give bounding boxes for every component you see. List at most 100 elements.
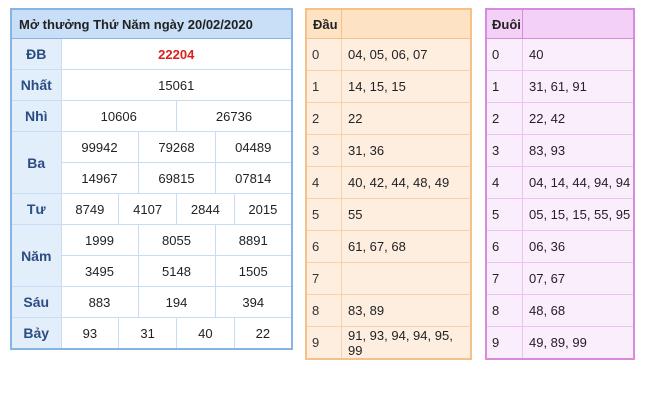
duoi-row: 8 48, 68: [485, 294, 635, 327]
prize-value-nam: 8055: [137, 224, 216, 256]
duoi-values: 49, 89, 99: [522, 326, 635, 360]
prize-label-sau: Sáu: [10, 286, 62, 318]
prize-value-ba: 04489: [214, 131, 293, 163]
results-header-row: Mở thưởng Thứ Năm ngày 20/02/2020: [11, 9, 292, 39]
prize-value-ba: 99942: [60, 131, 139, 163]
prize-value-ba: 79268: [137, 131, 216, 163]
prize-value-tu: 8749: [60, 193, 120, 225]
duoi-values: 83, 93: [522, 134, 635, 167]
prize-row-tu: Tư 8749 4107 2844 2015: [10, 193, 293, 225]
dau-values: 55: [341, 198, 472, 231]
duoi-header-row: Đuôi: [486, 9, 634, 39]
prize-value-tu: 2015: [233, 193, 293, 225]
prize-value-ba: 14967: [60, 162, 139, 194]
prize-label-db: ĐB: [10, 38, 62, 70]
duoi-values: 48, 68: [522, 294, 635, 327]
dau-values: 40, 42, 44, 48, 49: [341, 166, 472, 199]
prize-label-nam: Năm: [10, 224, 62, 287]
prize-value-nhi: 10606: [60, 100, 177, 132]
duoi-row: 0 40: [485, 38, 635, 71]
duoi-key: 7: [485, 262, 523, 295]
prize-row-nhi: Nhì 10606 26736: [10, 100, 293, 132]
dau-key: 8: [305, 294, 342, 327]
dau-row: 6 61, 67, 68: [305, 230, 472, 263]
dau-row: 3 31, 36: [305, 134, 472, 167]
dau-key: 9: [305, 326, 342, 360]
duoi-key: 6: [485, 230, 523, 263]
dau-header: Đầu: [306, 9, 342, 39]
prize-label-nhat: Nhất: [10, 69, 62, 101]
prize-value-bay: 40: [176, 317, 235, 350]
prize-label-ba: Ba: [10, 131, 62, 194]
prize-value-sau: 194: [137, 286, 216, 318]
prize-value-bay: 93: [60, 317, 120, 350]
duoi-row: 3 83, 93: [485, 134, 635, 167]
dau-key: 1: [305, 70, 342, 103]
prize-value-ba: 69815: [137, 162, 216, 194]
dau-key: 2: [305, 102, 342, 135]
dau-values: 22: [341, 102, 472, 135]
prize-value-ba: 07814: [214, 162, 293, 194]
dau-row: 5 55: [305, 198, 472, 231]
dau-row: 9 91, 93, 94, 94, 95, 99: [305, 326, 472, 360]
prize-row-nhat: Nhất 15061: [10, 69, 293, 101]
duoi-values: 22, 42: [522, 102, 635, 135]
prize-value-nhat: 15061: [60, 69, 293, 101]
dau-key: 5: [305, 198, 342, 231]
duoi-row: 6 06, 36: [485, 230, 635, 263]
prize-value-nam: 1999: [60, 224, 139, 256]
prize-label-bay: Bảy: [10, 317, 62, 350]
duoi-key: 3: [485, 134, 523, 167]
prize-value-tu: 4107: [118, 193, 177, 225]
dau-key: 7: [305, 262, 342, 295]
duoi-row: 1 31, 61, 91: [485, 70, 635, 103]
prize-row-nam: Năm 1999 8055 8891: [10, 224, 293, 287]
prize-value-tu: 2844: [176, 193, 235, 225]
dau-row: 1 14, 15, 15: [305, 70, 472, 103]
duoi-key: 9: [485, 326, 523, 360]
duoi-row: 7 07, 67: [485, 262, 635, 295]
duoi-row: 5 05, 15, 15, 55, 95: [485, 198, 635, 231]
dau-key: 0: [305, 38, 342, 71]
duoi-key: 0: [485, 38, 523, 71]
prize-label-tu: Tư: [10, 193, 62, 225]
prize-row-db: ĐB 22204: [10, 38, 293, 70]
results-title: Mở thưởng Thứ Năm ngày 20/02/2020: [11, 9, 292, 39]
duoi-row: 4 04, 14, 44, 94, 94: [485, 166, 635, 199]
dau-values: 31, 36: [341, 134, 472, 167]
duoi-row: 2 22, 42: [485, 102, 635, 135]
dau-key: 3: [305, 134, 342, 167]
dau-values: 83, 89: [341, 294, 472, 327]
dau-header-row: Đầu: [306, 9, 471, 39]
duoi-values: 31, 61, 91: [522, 70, 635, 103]
duoi-header: Đuôi: [486, 9, 523, 39]
duoi-key: 5: [485, 198, 523, 231]
prize-value-nhi: 26736: [176, 100, 293, 132]
duoi-key: 1: [485, 70, 523, 103]
dau-table: Đầu 0 04, 05, 06, 07 1 14, 15, 15 2 22 3 31,…: [305, 8, 472, 360]
duoi-row: 9 49, 89, 99: [485, 326, 635, 360]
dau-row: 8 83, 89: [305, 294, 472, 327]
duoi-values: 07, 67: [522, 262, 635, 295]
prize-value-sau: 883: [60, 286, 139, 318]
dau-row: 2 22: [305, 102, 472, 135]
results-table: Mở thưởng Thứ Năm ngày 20/02/2020 ĐB 222…: [10, 8, 293, 350]
dau-values: 04, 05, 06, 07: [341, 38, 472, 71]
duoi-table: Đuôi 0 40 1 31, 61, 91 2 22, 42 3 83, 93 4 04…: [485, 8, 635, 360]
prize-value-nam: 3495: [60, 255, 139, 287]
dau-values: 14, 15, 15: [341, 70, 472, 103]
dau-key: 4: [305, 166, 342, 199]
duoi-key: 4: [485, 166, 523, 199]
prize-value-bay: 22: [233, 317, 293, 350]
prize-row-ba: Ba 99942 79268 04489: [10, 131, 293, 194]
dau-values: 91, 93, 94, 94, 95, 99: [341, 326, 472, 360]
prize-value-nam: 8891: [214, 224, 293, 256]
duoi-key: 8: [485, 294, 523, 327]
prize-value-sau: 394: [214, 286, 293, 318]
prize-value-nam: 1505: [214, 255, 293, 287]
duoi-key: 2: [485, 102, 523, 135]
duoi-values: 04, 14, 44, 94, 94: [522, 166, 635, 199]
dau-key: 6: [305, 230, 342, 263]
dau-header-values: [341, 9, 471, 39]
duoi-values: 40: [522, 38, 635, 71]
